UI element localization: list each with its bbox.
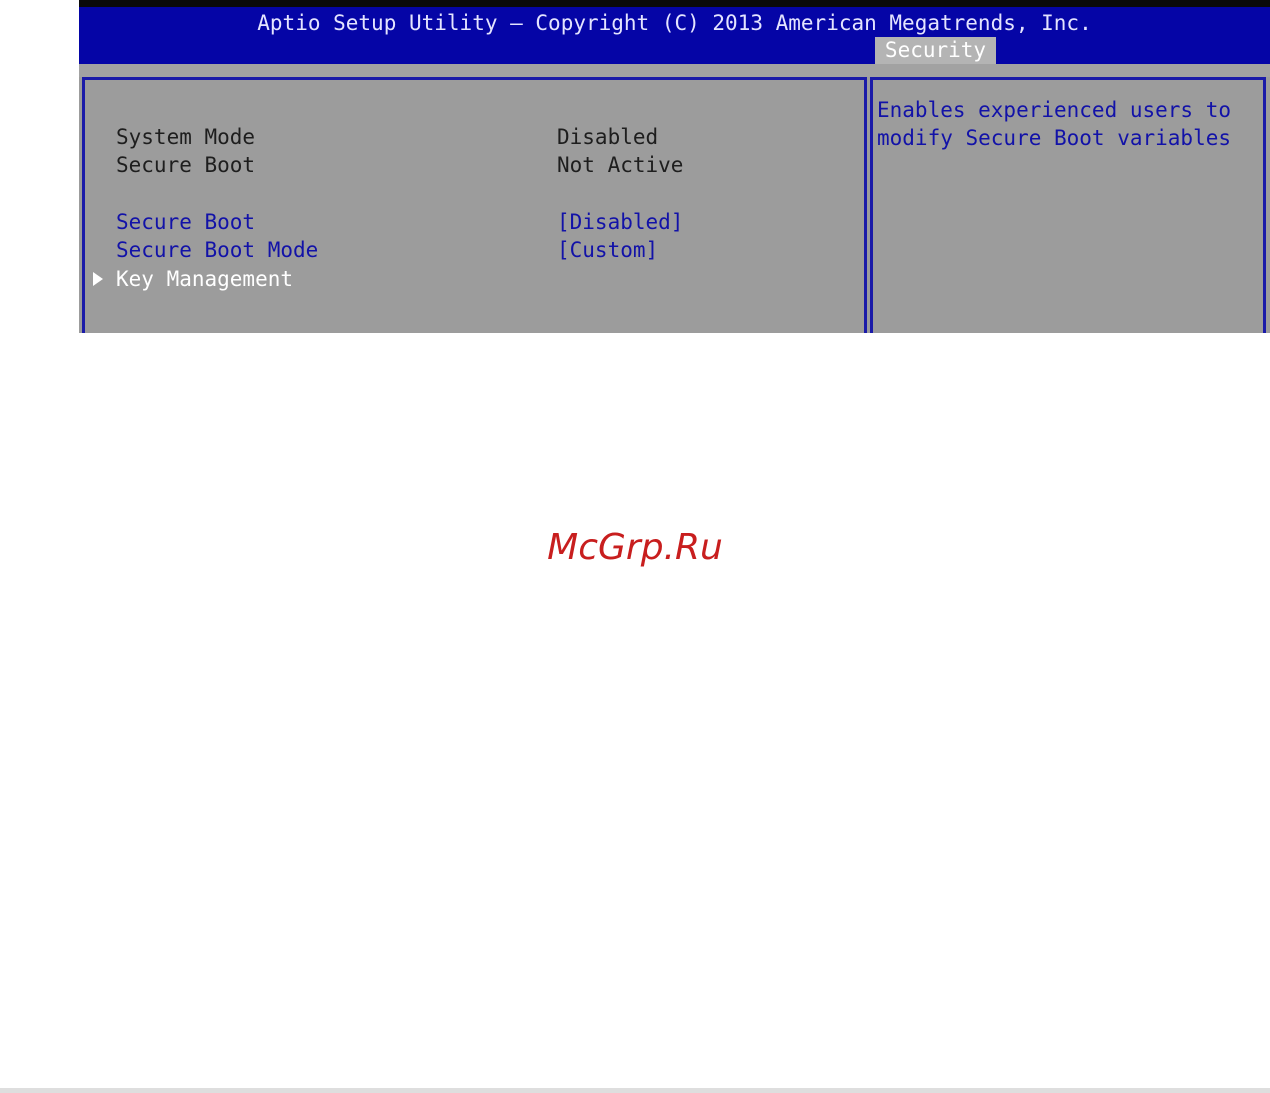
triangle-right-icon — [93, 272, 103, 286]
key-management-label: Key Management — [116, 267, 294, 291]
system-mode-label: System Mode — [116, 125, 256, 149]
secure-boot-setting-value[interactable]: [Disabled] — [557, 208, 683, 236]
key-management-item[interactable]: Key Management — [85, 265, 485, 293]
watermark: McGrp.Ru — [547, 527, 723, 568]
help-text: Enables experienced users to modify Secu… — [877, 98, 1232, 150]
system-mode-value: Disabled — [557, 125, 659, 149]
secure-boot-mode-value[interactable]: [Custom] — [557, 236, 658, 264]
top-strip — [79, 0, 1270, 7]
secure-boot-setting-label[interactable]: Secure Boot — [116, 208, 255, 236]
secure-boot-status-label: Secure Boot — [116, 153, 256, 177]
header-bar: Aptio Setup Utility – Copyright (C) 2013… — [79, 7, 1270, 64]
settings-panel: System Mode Disabled Secure Boot Not Act… — [82, 77, 867, 333]
bios-screen: Aptio Setup Utility – Copyright (C) 2013… — [79, 0, 1270, 333]
app-title: Aptio Setup Utility – Copyright (C) 2013… — [257, 11, 1092, 35]
help-panel: Enables experienced users to modify Secu… — [870, 77, 1266, 333]
secure-boot-status-value: Not Active — [557, 153, 684, 177]
secure-boot-mode-label[interactable]: Secure Boot Mode — [116, 236, 318, 264]
header-band — [79, 64, 1270, 77]
tab-security[interactable]: Security — [875, 37, 996, 64]
bottom-divider — [0, 1088, 1270, 1093]
